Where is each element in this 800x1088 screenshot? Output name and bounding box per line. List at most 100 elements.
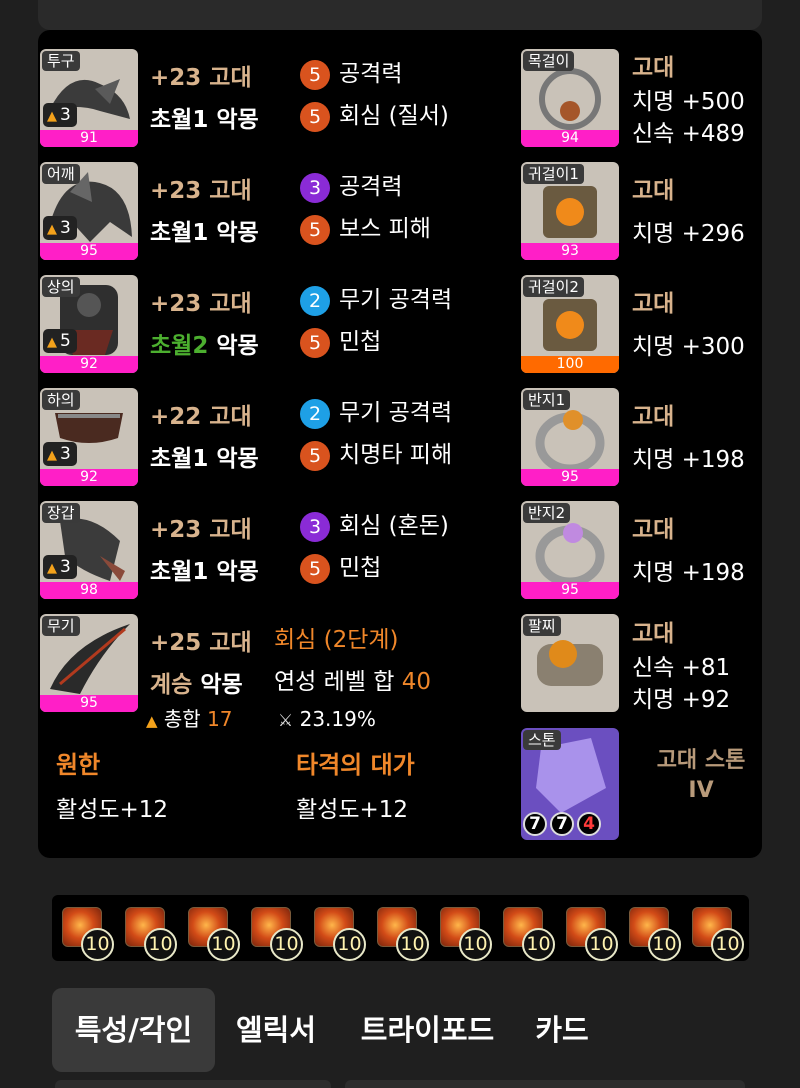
armor-option-2: 5 민첩 — [300, 552, 381, 584]
gem-icon[interactable]: 10 — [377, 907, 429, 961]
slot-label: 장갑 — [42, 503, 80, 523]
elixir-sum: 연성 레벨 합 40 — [274, 669, 432, 695]
engraving-value-2: 활성도+12 — [296, 797, 409, 823]
gem-icon[interactable]: 10 — [503, 907, 555, 961]
accessory-stat: 치명 +500 — [632, 89, 745, 115]
accessory-grade: 고대 — [632, 55, 675, 81]
equipment-panel: 투구 ▲ 3 91 +23 고대 초월1 악몽 5 공격력 5 회심 (질서) 어깨 … — [38, 30, 762, 858]
gem-icon[interactable]: 10 — [440, 907, 492, 961]
transcend-tier-badge: ▲ 3 — [43, 442, 77, 466]
set-name: 초월1 악몽 — [150, 446, 259, 472]
upgrade-level: +23 고대 — [150, 65, 252, 91]
slot-label: 스톤 — [523, 730, 561, 750]
slot-label: 상의 — [42, 277, 80, 297]
tab-engravings[interactable]: 특성/각인 — [52, 988, 215, 1072]
gem-icon[interactable]: 10 — [314, 907, 366, 961]
armor-option-1: 2 무기 공격력 — [300, 284, 452, 316]
flame-icon: ▲ — [47, 335, 57, 350]
quality-bar: 100 — [521, 356, 619, 373]
tab-elixir[interactable]: 엘릭서 — [222, 988, 330, 1072]
gem-icon[interactable]: 10 — [188, 907, 240, 961]
slot-label: 하의 — [42, 390, 80, 410]
engraving-title-1: 원한 — [56, 751, 101, 779]
top-panel-edge — [38, 0, 762, 30]
armor-option-2: 5 치명타 피해 — [300, 439, 452, 471]
weapon-icon[interactable]: 무기 95 — [40, 614, 138, 712]
slot-label: 어깨 — [42, 164, 80, 184]
ability-stone-icon[interactable]: 스톤 774 — [521, 728, 619, 840]
accessory-grade: 고대 — [632, 621, 675, 647]
accessory-stat: 치명 +198 — [632, 560, 745, 586]
pants-icon[interactable]: 하의 ▲ 3 92 — [40, 388, 138, 486]
gem-icon[interactable]: 10 — [125, 907, 177, 961]
chest-armor-icon[interactable]: 상의 ▲ 5 92 — [40, 275, 138, 373]
option-level-badge: 2 — [300, 398, 330, 429]
option-level-badge: 2 — [300, 285, 330, 316]
armor-option-1: 3 공격력 — [300, 171, 402, 203]
quality-bar: 91 — [40, 130, 138, 147]
slot-label: 투구 — [42, 51, 80, 71]
flame-icon: ▲ — [47, 109, 57, 124]
accessory-grade: 고대 — [632, 404, 675, 430]
quality-bar: 95 — [521, 582, 619, 599]
upgrade-level: +22 고대 — [150, 404, 252, 430]
accessory-stat: 치명 +296 — [632, 221, 745, 247]
quality-bar: 95 — [40, 695, 138, 712]
slot-label: 귀걸이1 — [523, 164, 584, 184]
slot-label: 팔찌 — [523, 616, 561, 636]
gem-icon[interactable]: 10 — [629, 907, 681, 961]
accessory-stat: 치명 +300 — [632, 334, 745, 360]
gem-icon[interactable]: 10 — [692, 907, 744, 961]
set-name: 계승 악몽 — [150, 672, 243, 698]
option-level-badge: 5 — [300, 327, 330, 358]
upgrade-level: +25 고대 — [150, 630, 252, 656]
necklace-icon[interactable]: 목걸이 94 — [521, 49, 619, 147]
quality-bar: 93 — [521, 243, 619, 260]
accessory-stat: 신속 +81 — [632, 655, 731, 681]
shoulder-icon[interactable]: 어깨 ▲ 3 95 — [40, 162, 138, 260]
bracelet-icon[interactable]: 팔찌 — [521, 614, 619, 712]
quality-bar: 92 — [40, 469, 138, 486]
helmet-icon[interactable]: 투구 ▲ 3 91 — [40, 49, 138, 147]
content-edge-right — [345, 1080, 745, 1088]
gem-icon[interactable]: 10 — [251, 907, 303, 961]
armor-option-2: 5 보스 피해 — [300, 213, 431, 245]
earring-icon[interactable]: 귀걸이1 93 — [521, 162, 619, 260]
tab-tripod[interactable]: 트라이포드 — [345, 988, 510, 1072]
gem-icon[interactable]: 10 — [566, 907, 618, 961]
tab-card[interactable]: 카드 — [520, 988, 604, 1072]
tab-bar: 특성/각인 엘릭서 트라이포드 카드 — [0, 988, 800, 1073]
armor-option-2: 5 민첩 — [300, 326, 381, 358]
quality-bar: 98 — [40, 582, 138, 599]
transcend-tier-badge: ▲ 3 — [43, 103, 77, 127]
flame-icon: ▲ — [146, 712, 158, 730]
ring-icon[interactable]: 반지1 95 — [521, 388, 619, 486]
elixir-title: 회심 (2단계) — [274, 627, 399, 653]
upgrade-level: +23 고대 — [150, 291, 252, 317]
weapon-percent: ⚔ 23.19% — [278, 707, 376, 731]
accessory-stat: 치명 +198 — [632, 447, 745, 473]
armor-option-1: 3 회심 (혼돈) — [300, 510, 449, 542]
slot-label: 반지2 — [523, 503, 571, 523]
ring-icon[interactable]: 반지2 95 — [521, 501, 619, 599]
earring-icon[interactable]: 귀걸이2 100 — [521, 275, 619, 373]
transcend-tier-badge: ▲ 3 — [43, 216, 77, 240]
engraving-value-1: 활성도+12 — [56, 797, 169, 823]
upgrade-level: +23 고대 — [150, 517, 252, 543]
option-level-badge: 5 — [300, 214, 330, 245]
accessory-stat: 신속 +489 — [632, 121, 745, 147]
gloves-icon[interactable]: 장갑 ▲ 3 98 — [40, 501, 138, 599]
transcend-total: ▲ 총합 17 — [146, 707, 233, 731]
gem-strip: 10 10 10 10 10 10 10 10 10 10 10 — [52, 895, 749, 961]
option-level-badge: 5 — [300, 440, 330, 471]
set-name: 초월2 악몽 — [150, 333, 259, 359]
flame-icon: ▲ — [47, 222, 57, 237]
stone-values: 774 — [523, 812, 604, 836]
accessory-grade: 고대 — [632, 178, 675, 204]
content-edge-left — [55, 1080, 331, 1088]
gem-icon[interactable]: 10 — [62, 907, 114, 961]
slot-label: 무기 — [42, 616, 80, 636]
accessory-grade: 고대 — [632, 291, 675, 317]
armor-option-2: 5 회심 (질서) — [300, 100, 449, 132]
quality-bar: 92 — [40, 356, 138, 373]
